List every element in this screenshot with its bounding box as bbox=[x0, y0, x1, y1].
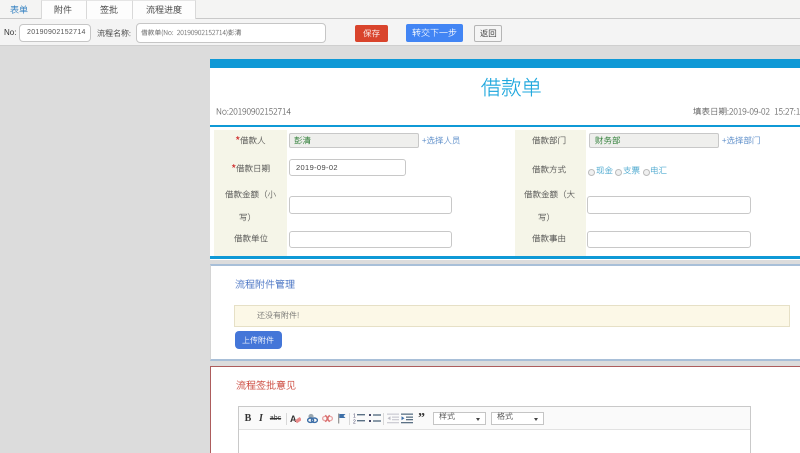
svg-text:2: 2 bbox=[353, 420, 356, 425]
svg-text:A: A bbox=[290, 414, 297, 424]
